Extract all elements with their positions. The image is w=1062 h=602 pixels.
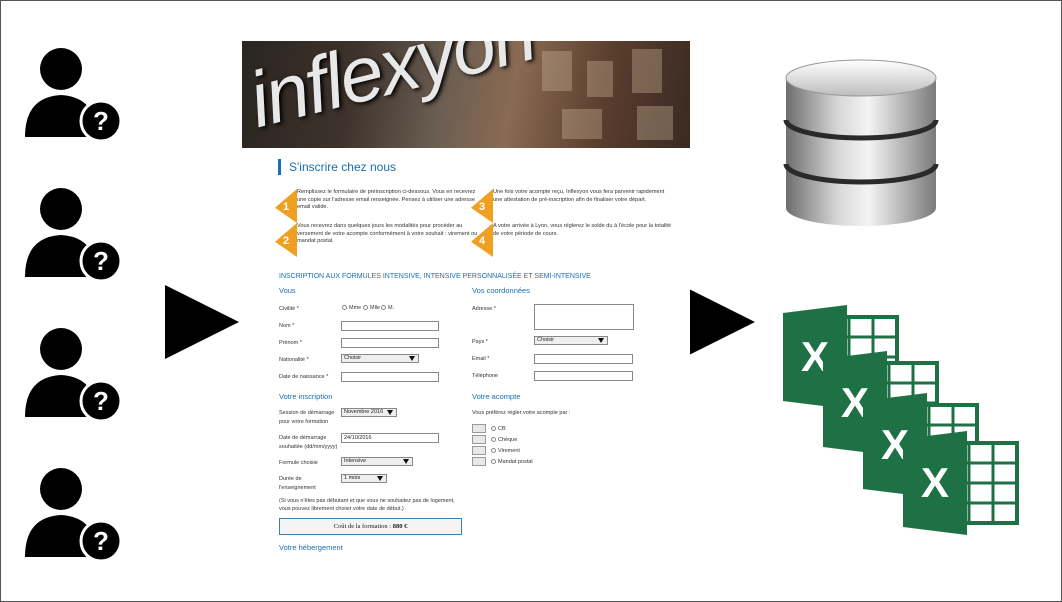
svg-text:X: X xyxy=(921,459,949,506)
naissance-input[interactable] xyxy=(341,372,439,382)
hebergement-heading: Votre hébergement xyxy=(279,543,343,552)
registration-form-screenshot: inflexyon S'inscrire chez nous 1 Remplis… xyxy=(242,41,690,561)
acompte-intro: Vous préférez régler votre acompte par : xyxy=(472,410,571,416)
email-input[interactable] xyxy=(534,354,633,364)
pay-mandat-radio[interactable] xyxy=(491,459,496,464)
inflexyon-logo: inflexyon xyxy=(242,41,543,145)
date-label-line1: Date de démarrage xyxy=(279,435,327,441)
svg-text:?: ? xyxy=(93,106,109,136)
pay-cheque-radio[interactable] xyxy=(491,437,496,442)
civilite-mlle-label: Mlle xyxy=(370,305,381,311)
card-icon xyxy=(472,424,486,433)
civilite-mlle-radio[interactable] xyxy=(363,305,368,310)
prenom-label: Prénom * xyxy=(279,340,302,346)
user-question-icon: ? xyxy=(23,461,123,563)
naissance-label: Date de naissance * xyxy=(279,374,329,380)
acompte-heading: Votre acompte xyxy=(472,392,521,401)
form-banner: inflexyon xyxy=(242,41,690,148)
pay-cb-label: CB xyxy=(498,426,506,432)
telephone-input[interactable] xyxy=(534,371,633,381)
formule-label: Formule choisie xyxy=(279,460,318,466)
civilite-mme-radio[interactable] xyxy=(342,305,347,310)
cost-label: Coût de la formation : xyxy=(333,523,392,530)
civilite-mme-label: Mme xyxy=(349,305,362,311)
cost-value: 880 € xyxy=(392,523,408,530)
date-input[interactable]: 24/10/2016 xyxy=(341,433,439,443)
mandat-icon xyxy=(472,457,486,466)
duree-label-line1: Durée de xyxy=(279,476,302,482)
svg-text:?: ? xyxy=(93,386,109,416)
date-label-line2: souhaitée (dd/mm/yyyy) xyxy=(279,444,338,450)
formule-select[interactable]: Intensive xyxy=(341,457,413,466)
virement-icon xyxy=(472,446,486,455)
pay-cheque-label: Chèque xyxy=(498,437,518,443)
civilite-label: Civilité * xyxy=(279,306,299,312)
session-select[interactable]: Novembre 2016 xyxy=(341,408,397,417)
pays-label: Pays * xyxy=(472,339,488,345)
vous-heading: Vous xyxy=(279,286,296,295)
pay-cb-radio[interactable] xyxy=(491,426,496,431)
page-title: S'inscrire chez nous xyxy=(278,159,396,175)
user-question-icon: ? xyxy=(23,181,123,283)
nationalite-label: Nationalité * xyxy=(279,357,309,363)
pays-select[interactable]: Choisir xyxy=(534,336,608,345)
pay-virement-radio[interactable] xyxy=(491,448,496,453)
coordonnees-heading: Vos coordonnées xyxy=(472,286,530,295)
nationalite-select[interactable]: Choisir xyxy=(341,354,419,363)
inscription-heading: Votre inscription xyxy=(279,392,333,401)
user-question-icon: ? xyxy=(23,321,123,423)
step-2: 2 Vous recevrez dans quelques jours les … xyxy=(275,223,477,257)
telephone-label: Téléphone xyxy=(472,373,498,379)
user-question-icon: ? xyxy=(23,41,123,143)
svg-text:?: ? xyxy=(93,246,109,276)
duree-select[interactable]: 1 mois xyxy=(341,474,387,483)
adresse-textarea[interactable] xyxy=(534,304,634,330)
pay-mandat-label: Mandat postal xyxy=(498,459,533,465)
adresse-label: Adresse * xyxy=(472,306,496,312)
session-label-line1: Session de démarrage xyxy=(279,410,335,416)
pay-virement-label: Virement xyxy=(498,448,520,454)
section-heading: INSCRIPTION AUX FORMULES INTENSIVE, INTE… xyxy=(279,273,591,280)
svg-text:?: ? xyxy=(93,526,109,556)
note-line2: vous pouvez librement choisir votre date… xyxy=(279,506,404,512)
database-icon xyxy=(781,56,941,231)
email-label: Email * xyxy=(472,356,490,362)
nom-input[interactable] xyxy=(341,321,439,331)
civilite-m-label: M. xyxy=(388,305,395,311)
note-line1: (Si vous n'êtes pas débutant et que vous… xyxy=(279,498,455,504)
diagram-frame: ? ? ? ? inflexyon S'inscrire chez nous 1… xyxy=(0,0,1062,602)
civilite-m-radio[interactable] xyxy=(381,305,386,310)
cost-box: Coût de la formation : 880 € xyxy=(279,518,462,535)
step-4: 4 A votre arrivée à Lyon, vous réglerez … xyxy=(471,223,671,257)
arrow-right-icon xyxy=(681,285,755,359)
prenom-input[interactable] xyxy=(341,338,439,348)
session-label-line2: pour votre formation xyxy=(279,419,329,425)
nom-label: Nom * xyxy=(279,323,295,329)
arrow-right-icon xyxy=(165,285,239,359)
duree-label-line2: l'enseignement xyxy=(279,485,316,491)
cheque-icon xyxy=(472,435,486,444)
step-1: 1 Remplissez le formulaire de préinscrip… xyxy=(275,189,475,223)
step-3: 3 Une fois votre acompte reçu, Inflexyon… xyxy=(471,189,671,223)
excel-icon: X xyxy=(903,431,1019,535)
